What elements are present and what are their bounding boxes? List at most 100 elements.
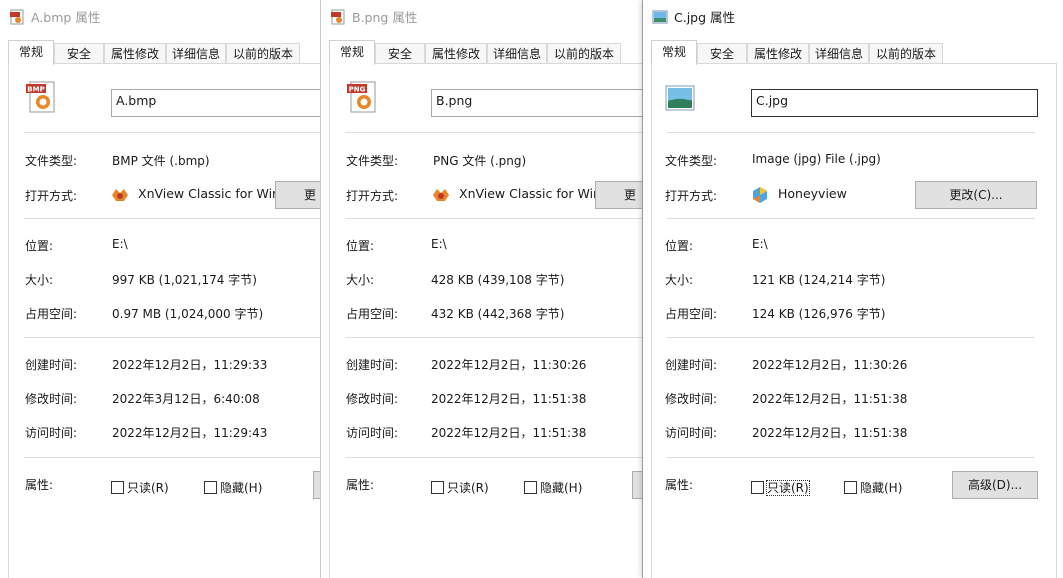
location-value: E:\ [112, 237, 128, 251]
xnview-app-icon [433, 189, 449, 201]
size-label: 大小: [25, 273, 54, 287]
properties-window-b: B.png 属性 常规 安全 属性修改 详细信息 以前的版本 PNG B.png… [320, 0, 642, 578]
bmp-file-icon [10, 9, 24, 25]
hidden-checkbox[interactable]: 隐藏(H) [204, 479, 262, 496]
tab-strip: 常规 安全 属性修改 详细信息 以前的版本 [329, 40, 642, 65]
change-button[interactable]: 更改(C)... [915, 181, 1037, 209]
advanced-button-clipped[interactable] [632, 471, 642, 499]
attributes-label: 属性: [25, 478, 54, 492]
size-value: 997 KB (1,021,174 字节) [112, 273, 257, 287]
advanced-button-clipped[interactable] [313, 471, 320, 499]
modified-value: 2022年12月2日，11:51:38 [431, 392, 587, 406]
tab-details[interactable]: 详细信息 [487, 43, 547, 63]
title-bar[interactable]: A.bmp 属性 [0, 0, 320, 32]
open-with-label: 打开方式: [346, 189, 399, 203]
window-title: C.jpg 属性 [674, 10, 736, 25]
change-button[interactable]: 更 [595, 181, 642, 209]
open-with-app: XnView Classic for Wir [459, 186, 599, 201]
filename-input[interactable]: C.jpg [751, 89, 1038, 117]
separator [24, 337, 320, 338]
separator [345, 337, 642, 338]
image-file-large-icon [665, 85, 695, 111]
tab-details[interactable]: 详细信息 [809, 43, 869, 63]
separator [667, 337, 1035, 338]
separator [24, 457, 320, 458]
readonly-checkbox[interactable]: 只读(R) [111, 479, 169, 496]
file-badge: PNG [349, 86, 366, 94]
size-value: 428 KB (439,108 字节) [431, 273, 565, 287]
open-with-app: XnView Classic for Wir [138, 186, 278, 201]
hidden-checkbox[interactable]: 隐藏(H) [524, 479, 582, 496]
logo-icon [928, 532, 958, 562]
open-with-label: 打开方式: [25, 189, 78, 203]
modified-label: 修改时间: [665, 392, 718, 406]
watermark-text: 创新互联 [964, 542, 1036, 562]
tab-details[interactable]: 详细信息 [166, 43, 226, 63]
tab-attribute-modify[interactable]: 属性修改 [425, 43, 487, 63]
separator [667, 457, 1035, 458]
modified-value: 2022年3月12日，6:40:08 [112, 392, 260, 406]
size-label: 大小: [665, 273, 694, 287]
tab-general[interactable]: 常规 [329, 40, 375, 65]
hidden-checkbox[interactable]: 隐藏(H) [844, 479, 902, 496]
filename-input[interactable]: B.png [431, 89, 642, 117]
filename-input[interactable]: A.bmp [111, 89, 320, 117]
accessed-value: 2022年12月2日，11:51:38 [431, 426, 587, 440]
bmp-file-large-icon: BMP [26, 81, 55, 113]
created-value: 2022年12月2日，11:30:26 [752, 358, 908, 372]
created-label: 创建时间: [25, 358, 78, 372]
created-label: 创建时间: [346, 358, 399, 372]
tab-general[interactable]: 常规 [8, 40, 54, 65]
accessed-label: 访问时间: [346, 426, 399, 440]
tab-previous-versions[interactable]: 以前的版本 [226, 43, 300, 63]
window-title: B.png 属性 [352, 10, 418, 25]
properties-window-a: A.bmp 属性 常规 安全 属性修改 详细信息 以前的版本 BMP A.bmp… [0, 0, 320, 578]
size-value: 121 KB (124,214 字节) [752, 273, 886, 287]
tab-strip: 常规 安全 属性修改 详细信息 以前的版本 [8, 40, 320, 65]
window-title: A.bmp 属性 [31, 10, 101, 25]
tab-security[interactable]: 安全 [375, 43, 425, 63]
tab-previous-versions[interactable]: 以前的版本 [869, 43, 943, 63]
tab-previous-versions[interactable]: 以前的版本 [547, 43, 621, 63]
separator [345, 132, 642, 133]
tab-security[interactable]: 安全 [54, 43, 104, 63]
tab-general[interactable]: 常规 [651, 40, 697, 65]
attributes-label: 属性: [665, 478, 694, 492]
file-type-label: 文件类型: [665, 154, 718, 168]
png-file-icon [331, 9, 345, 25]
separator [24, 218, 320, 219]
location-value: E:\ [752, 237, 768, 251]
modified-label: 修改时间: [25, 392, 78, 406]
location-label: 位置: [346, 239, 375, 253]
size-label: 大小: [346, 273, 375, 287]
tab-attribute-modify[interactable]: 属性修改 [747, 43, 809, 63]
file-type-label: 文件类型: [25, 154, 78, 168]
tab-attribute-modify[interactable]: 属性修改 [104, 43, 166, 63]
file-badge: BMP [27, 86, 44, 94]
separator [345, 457, 642, 458]
readonly-checkbox[interactable]: 只读(R) [751, 479, 810, 496]
location-value: E:\ [431, 237, 447, 251]
accessed-value: 2022年12月2日，11:51:38 [752, 426, 908, 440]
separator [667, 132, 1035, 133]
size-on-disk-value: 0.97 MB (1,024,000 字节) [112, 307, 264, 321]
location-label: 位置: [25, 239, 54, 253]
readonly-checkbox[interactable]: 只读(R) [431, 479, 489, 496]
size-on-disk-value: 124 KB (126,976 字节) [752, 307, 886, 321]
attributes-label: 属性: [346, 478, 375, 492]
title-bar[interactable]: B.png 属性 [321, 0, 642, 32]
advanced-button[interactable]: 高级(D)... [952, 471, 1038, 499]
title-bar[interactable]: C.jpg 属性 [643, 0, 1063, 32]
file-type-label: 文件类型: [346, 154, 399, 168]
properties-window-c: C.jpg 属性 常规 安全 属性修改 详细信息 以前的版本 C.jpg 文件类… [642, 0, 1063, 578]
tab-security[interactable]: 安全 [697, 43, 747, 63]
created-label: 创建时间: [665, 358, 718, 372]
created-value: 2022年12月2日，11:30:26 [431, 358, 587, 372]
file-type-value: PNG 文件 (.png) [433, 154, 527, 168]
tab-strip: 常规 安全 属性修改 详细信息 以前的版本 [651, 40, 1063, 65]
created-value: 2022年12月2日，11:29:33 [112, 358, 268, 372]
file-type-value: BMP 文件 (.bmp) [112, 154, 210, 168]
size-on-disk-label: 占用空间: [25, 307, 78, 321]
image-file-icon [652, 10, 668, 24]
change-button[interactable]: 更 [275, 181, 320, 209]
